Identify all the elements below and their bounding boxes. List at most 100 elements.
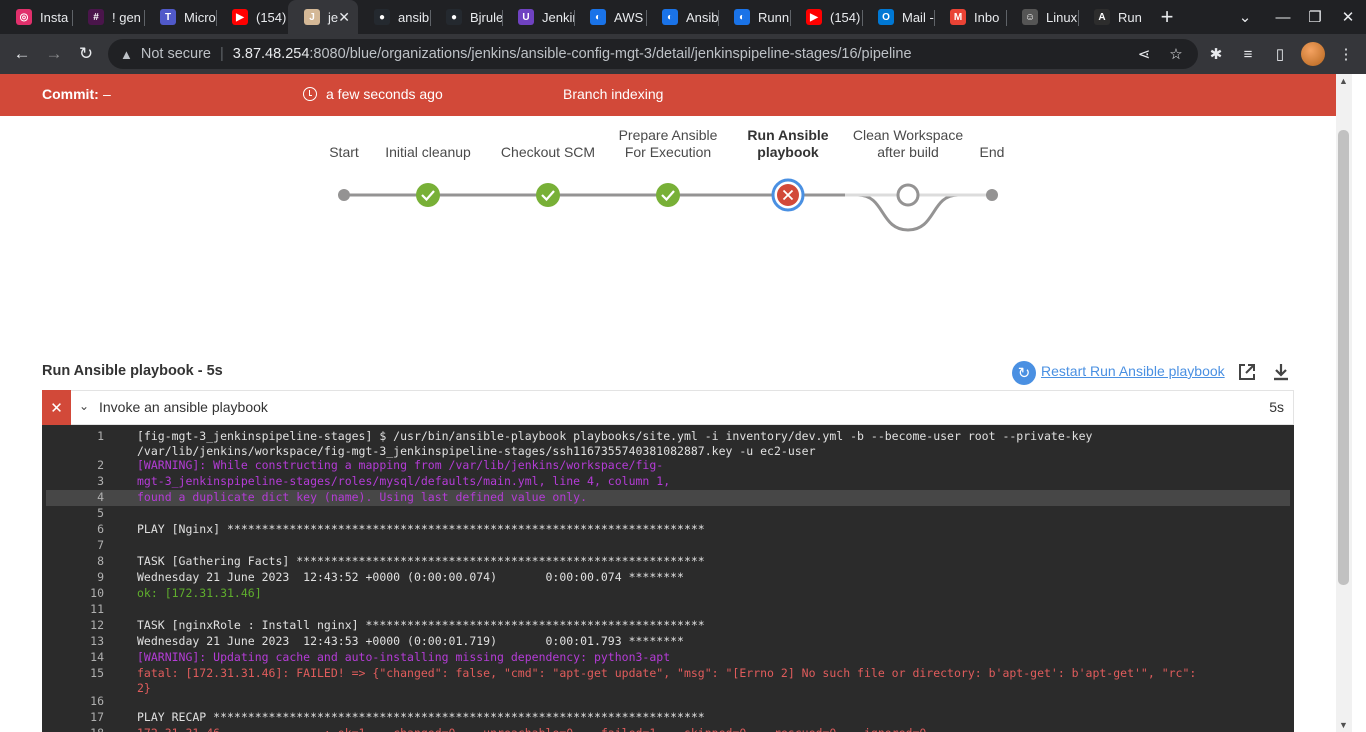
log-line-number[interactable]: 6 <box>46 522 104 536</box>
media-queue-icon[interactable]: ≡ <box>1236 42 1260 66</box>
log-line-number[interactable]: 15 <box>46 666 104 680</box>
stage-label[interactable]: Clean Workspace after build <box>853 127 963 161</box>
scrollbar-thumb[interactable] <box>1338 130 1349 585</box>
close-tab-icon[interactable]: ✕ <box>338 9 350 26</box>
browser-tab[interactable]: ◐ AWS <box>574 0 646 34</box>
log-line-number[interactable]: 13 <box>46 634 104 648</box>
chevron-down-icon[interactable]: ⌄ <box>79 399 89 413</box>
log-line-number[interactable]: 3 <box>46 474 104 488</box>
log-line-number[interactable]: 7 <box>46 538 104 552</box>
log-line: 16 <box>46 694 1290 710</box>
log-line-text: TASK [nginxRole : Install nginx] *******… <box>137 618 705 632</box>
tab-title: (154) <box>830 9 861 25</box>
log-line-number[interactable]: 8 <box>46 554 104 568</box>
log-line-text: mgt-3_jenkinspipeline-stages/roles/mysql… <box>137 474 671 488</box>
browser-tab[interactable]: Jje ✕ <box>288 0 358 34</box>
tab-favicon-icon: ◐ <box>590 9 606 25</box>
log-line-number[interactable]: 11 <box>46 602 104 616</box>
tab-title: Bjrule <box>470 9 502 25</box>
security-label: Not secure <box>140 46 211 62</box>
forward-icon[interactable]: → <box>42 42 66 66</box>
tab-title: AWS <box>614 9 644 25</box>
browser-tab[interactable]: O Mail - <box>862 0 934 34</box>
share-icon[interactable]: ⋖ <box>1132 42 1156 66</box>
log-line-number[interactable]: 14 <box>46 650 104 664</box>
scroll-up-icon[interactable]: ▲ <box>1339 76 1348 86</box>
log-line-number[interactable]: 17 <box>46 710 104 724</box>
tab-favicon-icon: T <box>160 9 176 25</box>
browser-tab[interactable]: ▶ (154) <box>216 0 288 34</box>
log-line-number[interactable]: 4 <box>46 490 104 504</box>
stage-node-success[interactable] <box>656 183 680 207</box>
menu-kebab-icon[interactable]: ⋮ <box>1334 42 1358 66</box>
back-icon[interactable]: ← <box>10 42 34 66</box>
tab-favicon-icon: ◐ <box>662 9 678 25</box>
browser-tab[interactable]: A Run <box>1078 0 1150 34</box>
log-line-text: TASK [Gathering Facts] *****************… <box>137 554 705 568</box>
browser-tab[interactable]: # ! gen <box>72 0 144 34</box>
log-line: 14 [WARNING]: Updating cache and auto-ins… <box>46 650 1290 666</box>
reload-icon[interactable]: ↻ <box>74 42 98 66</box>
browser-tab[interactable]: ☺ Linux <box>1006 0 1078 34</box>
log-line-number[interactable]: 10 <box>46 586 104 600</box>
new-tab-button[interactable]: + <box>1151 0 1183 34</box>
log-line-number[interactable]: 5 <box>46 506 104 520</box>
log-line: 3 mgt-3_jenkinspipeline-stages/roles/mysq… <box>46 474 1290 490</box>
stage-node-start[interactable] <box>338 189 350 201</box>
profile-avatar[interactable] <box>1301 42 1325 66</box>
stage-label[interactable]: Start <box>329 144 359 161</box>
tab-search-icon[interactable]: ⌄ <box>1229 0 1261 34</box>
address-bar[interactable]: ▲ Not secure | 3.87.48.254 :8080/blue/or… <box>108 39 1198 69</box>
side-panel-icon[interactable]: ▯ <box>1268 42 1292 66</box>
restart-icon[interactable]: ↻ <box>1012 361 1036 385</box>
log-line: 9 Wednesday 21 June 2023 12:43:52 +0000 (… <box>46 570 1290 586</box>
log-line-number[interactable]: 9 <box>46 570 104 584</box>
tab-favicon-icon: J <box>304 9 320 25</box>
tab-favicon-icon: O <box>878 9 894 25</box>
stage-node-success[interactable] <box>416 183 440 207</box>
stage-node-not-run[interactable] <box>896 183 920 207</box>
download-icon[interactable] <box>1271 362 1291 382</box>
log-line: 11 <box>46 602 1290 618</box>
log-line-text: fatal: [172.31.31.46]: FAILED! => {"chan… <box>137 666 1197 695</box>
page-scrollbar[interactable]: ▲ ▼ <box>1336 74 1352 732</box>
log-line-text: ok: [172.31.31.46] <box>137 586 262 600</box>
browser-tab[interactable]: ▶ (154) <box>790 0 862 34</box>
stage-label[interactable]: Run Ansible playbook <box>747 127 828 161</box>
log-line-number[interactable]: 1 <box>46 429 104 443</box>
browser-tab[interactable]: ◎ Insta <box>0 0 72 34</box>
step-row[interactable]: ✕ ⌄ Invoke an ansible playbook 5s <box>42 390 1294 425</box>
extensions-icon[interactable]: ✱ <box>1204 42 1228 66</box>
browser-tab[interactable]: ◐ Ansib <box>646 0 718 34</box>
tab-favicon-icon: ▶ <box>232 9 248 25</box>
log-line-text: PLAY RECAP *****************************… <box>137 710 705 724</box>
log-line-number[interactable]: 16 <box>46 694 104 708</box>
minimize-icon[interactable]: — <box>1267 0 1299 34</box>
browser-tab[interactable]: U Jenkin <box>502 0 574 34</box>
browser-tab[interactable]: ◐ Runn <box>718 0 790 34</box>
tab-favicon-icon: ◐ <box>734 9 750 25</box>
log-line: 13 Wednesday 21 June 2023 12:43:53 +0000 … <box>46 634 1290 650</box>
stage-node-failed[interactable] <box>771 178 805 212</box>
browser-tab[interactable]: ● Bjrule <box>430 0 502 34</box>
browser-tab[interactable]: ● ansib <box>358 0 430 34</box>
stage-label[interactable]: Initial cleanup <box>385 144 471 161</box>
stage-node-success[interactable] <box>536 183 560 207</box>
stage-node-end[interactable] <box>986 189 998 201</box>
close-window-icon[interactable]: ✕ <box>1332 0 1364 34</box>
stage-label[interactable]: Checkout SCM <box>501 144 595 161</box>
stage-label[interactable]: End <box>980 144 1005 161</box>
open-external-icon[interactable] <box>1237 362 1257 382</box>
log-line-number[interactable]: 18 <box>46 726 104 732</box>
browser-tab[interactable]: M Inbo <box>934 0 1006 34</box>
browser-tab[interactable]: T Micro <box>144 0 216 34</box>
scroll-down-icon[interactable]: ▼ <box>1339 720 1348 730</box>
step-name: Invoke an ansible playbook <box>99 399 268 415</box>
bookmark-star-icon[interactable]: ☆ <box>1164 42 1188 66</box>
stage-label[interactable]: Prepare Ansible For Execution <box>619 127 718 161</box>
log-line-text: Wednesday 21 June 2023 12:43:52 +0000 (0… <box>137 570 684 584</box>
restart-stage-link[interactable]: Restart Run Ansible playbook <box>1041 363 1225 379</box>
log-line-number[interactable]: 2 <box>46 458 104 472</box>
restore-icon[interactable]: ❐ <box>1299 0 1331 34</box>
log-line-number[interactable]: 12 <box>46 618 104 632</box>
